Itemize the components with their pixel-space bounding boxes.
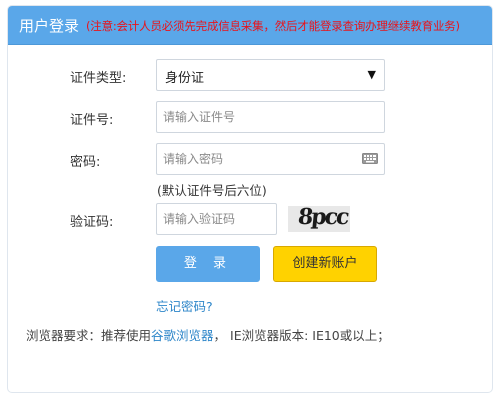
collection-notice: (注意:会计人员必须先完成信息采集，然后才能登录查询办理继续教育业务) xyxy=(86,19,460,33)
browser-requirements-prefix: 浏览器要求：推荐使用 xyxy=(26,328,152,343)
create-account-button[interactable]: 创建新账户 xyxy=(273,246,377,282)
captcha-input[interactable] xyxy=(157,204,276,234)
forgot-password-link[interactable]: 忘记密码? xyxy=(156,296,213,315)
chevron-down-icon: ▼ xyxy=(367,68,376,81)
captcha-field-wrapper xyxy=(156,203,277,235)
captcha-image[interactable]: 8pcc xyxy=(288,206,350,232)
id-number-field-wrapper xyxy=(156,101,385,133)
id-number-label: 证件号: xyxy=(70,113,114,128)
panel-header: 用户登录 (注意:会计人员必须先完成信息采集，然后才能登录查询办理继续教育业务) xyxy=(8,6,492,45)
login-button[interactable]: 登 录 xyxy=(156,246,260,282)
chrome-download-link[interactable]: 谷歌浏览器 xyxy=(151,328,214,343)
id-number-input[interactable] xyxy=(157,102,384,132)
captcha-label: 验证码: xyxy=(70,215,114,230)
id-type-select[interactable]: 身份证 ▼ xyxy=(156,59,385,91)
panel-title: 用户登录 xyxy=(19,17,80,35)
password-field-wrapper xyxy=(156,143,385,175)
id-type-label: 证件类型: xyxy=(70,71,127,86)
browser-requirements-suffix: ， IE浏览器版本: IE10或以上； xyxy=(213,328,390,343)
password-input[interactable] xyxy=(157,144,384,174)
id-type-selected-value: 身份证 xyxy=(165,71,205,86)
captcha-image-text: 8pcc xyxy=(296,206,349,230)
password-label: 密码: xyxy=(70,155,101,170)
keyboard-icon[interactable] xyxy=(362,153,378,164)
password-hint: (默认证件号后六位) xyxy=(157,183,267,198)
browser-requirements: 浏览器要求：推荐使用谷歌浏览器， IE浏览器版本: IE10或以上； xyxy=(26,325,390,344)
